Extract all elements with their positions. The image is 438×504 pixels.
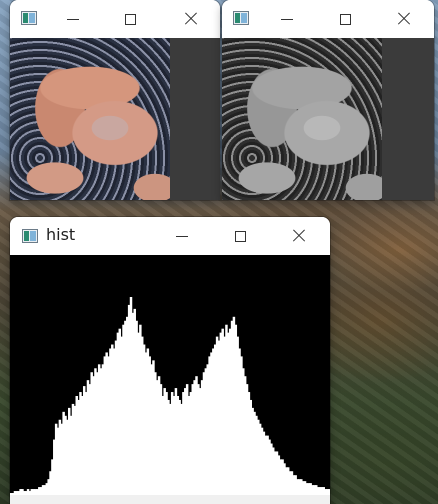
newt-color-image <box>10 38 170 200</box>
close-icon[interactable] <box>290 227 308 245</box>
minimize-icon[interactable] <box>64 10 82 28</box>
color-image-window[interactable] <box>10 0 220 200</box>
title-bar[interactable] <box>222 0 434 38</box>
close-icon[interactable] <box>395 10 413 28</box>
histogram-canvas <box>10 255 330 495</box>
title-bar[interactable] <box>10 0 220 38</box>
close-icon[interactable] <box>182 10 200 28</box>
window-title: hist <box>46 225 76 244</box>
minimize-icon[interactable] <box>173 227 191 245</box>
image-pane <box>222 38 434 200</box>
minimize-icon[interactable] <box>278 10 296 28</box>
histogram-window[interactable]: hist <box>10 217 330 504</box>
opencv-window-icon <box>22 229 38 243</box>
maximize-icon[interactable] <box>121 10 139 28</box>
maximize-icon[interactable] <box>336 10 354 28</box>
opencv-window-icon <box>233 11 249 25</box>
maximize-icon[interactable] <box>231 227 249 245</box>
title-bar[interactable]: hist <box>10 217 330 255</box>
image-pane <box>10 38 220 200</box>
opencv-window-icon <box>21 11 37 25</box>
histogram-bar <box>328 489 330 495</box>
newt-grayscale-image <box>222 38 382 200</box>
histogram-plot <box>10 255 330 495</box>
gray-image-window[interactable] <box>222 0 434 200</box>
